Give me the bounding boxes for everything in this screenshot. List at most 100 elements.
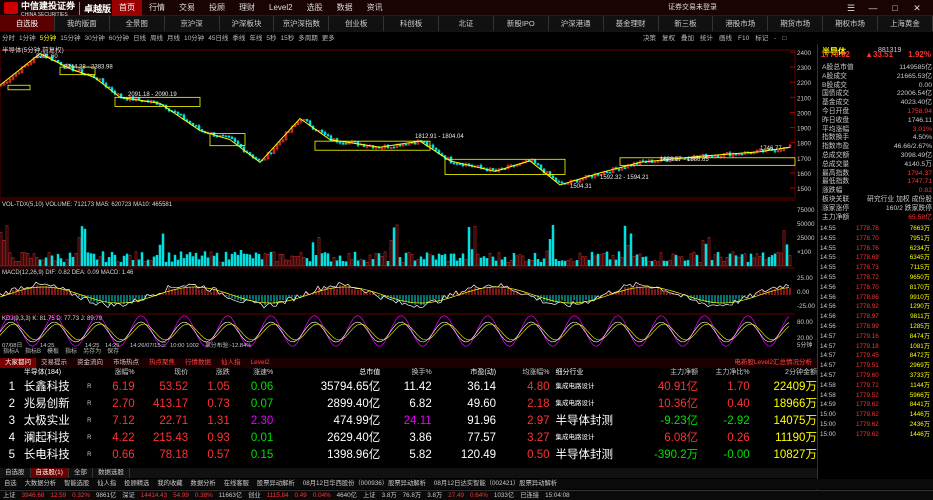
toolbar-item-8[interactable]: 股票异动解析 bbox=[253, 479, 299, 489]
column-header-4[interactable]: 现价 bbox=[135, 368, 188, 378]
table-row[interactable]: 5 长电科技 R 0.66 78.18 0.57 0.15 1398.96亿 5.82 120.4… bbox=[0, 447, 817, 463]
bottom-tab-3[interactable]: 数据选股 bbox=[93, 468, 130, 478]
stock-name[interactable]: 长鑫科技 bbox=[24, 379, 87, 395]
period-5[interactable]: 60分钟 bbox=[107, 33, 131, 44]
toolbar-item-10[interactable]: 08月12日达实智能（002421）股票异动解析 bbox=[430, 479, 561, 489]
column-header-6[interactable]: 涨速% bbox=[230, 368, 273, 378]
indicator-tab-5[interactable]: 保存 bbox=[104, 348, 122, 357]
table-tab-0[interactable]: 大家都问 bbox=[0, 358, 36, 368]
period-15[interactable]: 多周期 bbox=[296, 33, 320, 44]
toolbar-item-7[interactable]: 在线客服 bbox=[220, 479, 253, 489]
period-4[interactable]: 30分钟 bbox=[82, 33, 106, 44]
maximize-icon[interactable]: □ bbox=[884, 0, 906, 16]
bottom-tab-1[interactable]: 自选股(1) bbox=[30, 468, 69, 478]
column-header-0[interactable] bbox=[0, 368, 24, 378]
table-row[interactable]: 4 澜起科技 R 4.22 215.43 0.93 0.01 2629.40亿 3.86 77.5… bbox=[0, 430, 817, 446]
column-header-12[interactable]: 主力净额 bbox=[621, 368, 698, 378]
indicator-tab-4[interactable]: 另存为 bbox=[80, 348, 104, 357]
table-tab-1[interactable]: 交易提示 bbox=[36, 358, 72, 368]
stock-name[interactable]: 长电科技 bbox=[24, 447, 87, 463]
tab-1[interactable]: 我的版面 bbox=[55, 16, 110, 31]
column-header-13[interactable]: 主力净比% bbox=[698, 368, 749, 378]
column-header-2[interactable] bbox=[87, 368, 105, 378]
stock-name[interactable]: 兆易创新 bbox=[24, 396, 87, 412]
toolbar-item-4[interactable]: 投顾精选 bbox=[120, 479, 153, 489]
table-row[interactable]: 3 太极实业 R 7.12 22.71 1.31 2.30 474.99亿 24.11 91.96… bbox=[0, 413, 817, 429]
column-header-7[interactable]: 总市值 bbox=[273, 368, 380, 378]
stock-name[interactable]: 澜起科技 bbox=[24, 430, 87, 446]
stock-name[interactable]: 太极实业 bbox=[24, 413, 87, 429]
indicator-tab-2[interactable]: 模板 bbox=[44, 348, 62, 357]
chart-tool-3[interactable]: 统计 bbox=[697, 33, 716, 44]
bottom-tab-2[interactable]: 全部 bbox=[69, 468, 93, 478]
table-tab-5[interactable]: 行情数据 bbox=[180, 358, 216, 368]
tab-15[interactable]: 期权市场 bbox=[823, 16, 878, 31]
column-header-9[interactable]: 市盈(动) bbox=[432, 368, 496, 378]
period-2[interactable]: 5分钟 bbox=[38, 33, 59, 44]
period-7[interactable]: 周线 bbox=[148, 33, 165, 44]
tab-12[interactable]: 新三板 bbox=[659, 16, 714, 31]
toolbar-item-2[interactable]: 智能选股 bbox=[60, 479, 93, 489]
chart-tool-4[interactable]: 画线 bbox=[716, 33, 735, 44]
toolbar-item-5[interactable]: 我的收藏 bbox=[153, 479, 186, 489]
menu-item-7[interactable]: 数据 bbox=[330, 0, 360, 16]
minimize-icon[interactable]: — bbox=[862, 0, 884, 16]
chart-tool-6[interactable]: 标记 bbox=[752, 33, 771, 44]
menu-item-5[interactable]: Level2 bbox=[262, 0, 300, 16]
menu-item-3[interactable]: 投顾 bbox=[202, 0, 232, 16]
toolbar-item-0[interactable]: 自选 bbox=[0, 479, 21, 489]
period-11[interactable]: 季线 bbox=[230, 33, 247, 44]
toolbar-item-3[interactable]: 仙人指 bbox=[93, 479, 120, 489]
tab-5[interactable]: 京沪深指数 bbox=[274, 16, 330, 31]
tab-7[interactable]: 科创板 bbox=[384, 16, 439, 31]
tab-6[interactable]: 创业板 bbox=[329, 16, 385, 31]
menu-item-8[interactable]: 资讯 bbox=[360, 0, 390, 16]
tab-13[interactable]: 港股市场 bbox=[713, 16, 769, 31]
chart-tool-0[interactable]: 决策 bbox=[640, 33, 659, 44]
menu-item-0[interactable]: 首页 bbox=[112, 0, 142, 16]
menu-item-2[interactable]: 交易 bbox=[172, 0, 202, 16]
table-tab-3[interactable]: 市场热点 bbox=[108, 358, 144, 368]
tab-0[interactable]: 自选股 bbox=[0, 16, 55, 31]
table-tab-2[interactable]: 资金流向 bbox=[72, 358, 108, 368]
period-16[interactable]: 更多 bbox=[320, 33, 337, 44]
column-header-8[interactable]: 换手% bbox=[380, 368, 431, 378]
toolbar-item-1[interactable]: 大数据分析 bbox=[21, 479, 60, 489]
chart-tool-5[interactable]: F10 bbox=[735, 33, 752, 44]
column-header-10[interactable]: 均涨幅% bbox=[496, 368, 549, 378]
column-header-5[interactable]: 涨跌 bbox=[188, 368, 230, 378]
tab-4[interactable]: 沪深板块 bbox=[220, 16, 275, 31]
table-tab-7[interactable]: Level2 bbox=[246, 358, 275, 368]
period-0[interactable]: 分时 bbox=[0, 33, 17, 44]
indicator-tab-0[interactable]: 指标A bbox=[0, 348, 22, 357]
table-tab-6[interactable]: 仙人指 bbox=[216, 358, 246, 368]
period-3[interactable]: 15分钟 bbox=[58, 33, 82, 44]
column-header-11[interactable]: 细分行业 bbox=[550, 368, 621, 378]
tab-16[interactable]: 上海黄金 bbox=[878, 16, 933, 31]
tab-9[interactable]: 新股IPO bbox=[494, 16, 549, 31]
period-8[interactable]: 月线 bbox=[165, 33, 182, 44]
column-header-14[interactable]: 2分钟金额 bbox=[750, 368, 817, 378]
indicator-tab-1[interactable]: 指标B bbox=[22, 348, 44, 357]
indicator-tab-3[interactable]: 指标 bbox=[62, 348, 80, 357]
tab-8[interactable]: 北证 bbox=[439, 16, 494, 31]
period-14[interactable]: 15秒 bbox=[279, 33, 297, 44]
menu-item-1[interactable]: 行情 bbox=[142, 0, 172, 16]
table-row[interactable]: 2 兆易创新 R 2.70 413.17 0.73 0.07 2899.40亿 6.82 49.6… bbox=[0, 396, 817, 412]
chart-tool-1[interactable]: 复权 bbox=[659, 33, 678, 44]
period-6[interactable]: 日线 bbox=[131, 33, 148, 44]
tab-11[interactable]: 基金理财 bbox=[604, 16, 659, 31]
column-header-1[interactable]: 半导体(184) bbox=[24, 368, 87, 378]
table-row[interactable]: 1 长鑫科技 R 6.19 53.52 1.05 0.06 35794.65亿 11.42 36.… bbox=[0, 379, 817, 395]
tab-2[interactable]: 全景图 bbox=[110, 16, 165, 31]
table-tab-right[interactable]: 电新股Level2汇总情况分析 bbox=[729, 358, 817, 368]
toolbar-item-6[interactable]: 数据分析 bbox=[187, 479, 220, 489]
period-12[interactable]: 年线 bbox=[247, 33, 264, 44]
bottom-tab-0[interactable]: 自选股 bbox=[0, 468, 31, 478]
period-13[interactable]: 5秒 bbox=[264, 33, 278, 44]
menu-item-6[interactable]: 选股 bbox=[300, 0, 330, 16]
close-icon[interactable]: ✕ bbox=[906, 0, 928, 16]
chart-tool-8[interactable]: □ bbox=[779, 33, 789, 44]
table-tab-4[interactable]: 热点聚焦 bbox=[144, 358, 180, 368]
toolbar-item-9[interactable]: 08月12日华西股份（000936）股票异动解析 bbox=[299, 479, 430, 489]
